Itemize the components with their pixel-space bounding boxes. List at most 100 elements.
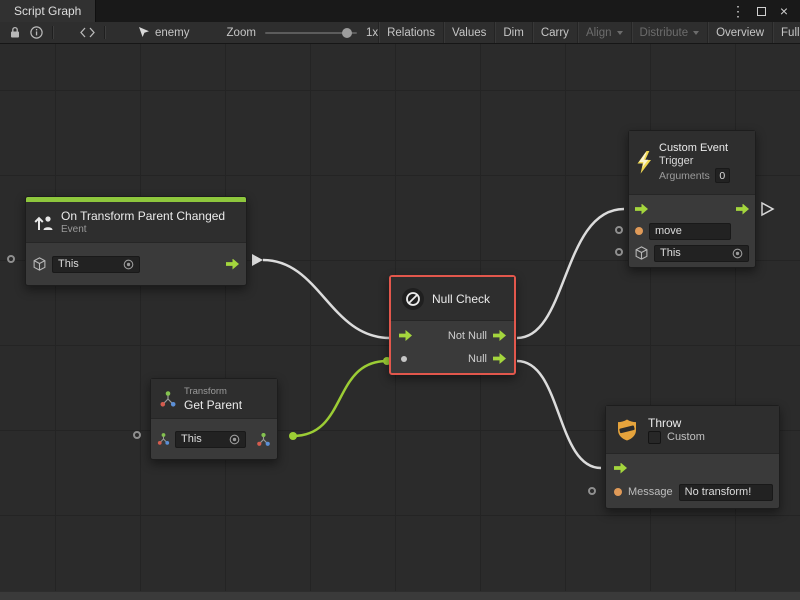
object-picker-icon[interactable] (229, 434, 240, 445)
toolbar-buttons: Relations Values Dim Carry Align Distrib… (378, 22, 800, 43)
unconnected-flow-port-arrow (762, 203, 773, 215)
node-on-transform-parent-changed[interactable]: On Transform Parent Changed Event This (25, 196, 247, 286)
not-null-output-port[interactable] (493, 330, 506, 341)
node-header: Throw Custom (606, 406, 779, 454)
throw-shield-icon (615, 418, 639, 442)
event-name-input[interactable] (649, 223, 731, 240)
node-get-parent[interactable]: Transform Get Parent This (150, 378, 278, 460)
relations-button[interactable]: Relations (378, 22, 443, 43)
wire-getparent-to-nullcheck (293, 361, 387, 436)
wire-notnull-to-customevent (517, 209, 624, 338)
wire-event-to-nullcheck (263, 260, 390, 338)
toolbar-left-group: enemy Zoom 1x (0, 22, 378, 43)
tab-script-graph[interactable]: Script Graph (0, 0, 96, 22)
null-check-icon (401, 287, 425, 311)
graph-toolbar: enemy Zoom 1x Relations Values Dim Carry… (0, 22, 800, 44)
overview-button[interactable]: Overview (707, 22, 772, 43)
maximize-icon[interactable] (753, 3, 769, 19)
zoom-slider-handle[interactable] (342, 28, 352, 38)
message-input[interactable] (679, 484, 773, 501)
arguments-count-field[interactable]: 0 (715, 168, 730, 183)
toolbar-separator (104, 26, 105, 39)
node-custom-event-trigger[interactable]: Custom Event Trigger Arguments 0 (628, 130, 756, 268)
zoom-label: Zoom (227, 27, 256, 39)
align-button[interactable]: Align (577, 22, 631, 43)
horizontal-scrollbar[interactable] (0, 591, 800, 600)
fullscreen-button[interactable]: Full Screen (772, 22, 800, 43)
flow-input-port[interactable] (614, 463, 627, 474)
script-graph-window: Script Graph ⋮ × enemy (0, 0, 800, 600)
flow-output-port[interactable] (226, 259, 239, 270)
custom-checkbox-label: Custom (667, 431, 705, 443)
target-dropdown[interactable]: This (654, 245, 749, 262)
values-button[interactable]: Values (443, 22, 494, 43)
graph-asset-icon (138, 26, 150, 39)
zoom-slider[interactable] (265, 32, 357, 34)
carry-button[interactable]: Carry (532, 22, 577, 43)
node-body: This (151, 419, 277, 459)
null-label: Null (468, 353, 487, 365)
wire-endpoint-dot (289, 432, 297, 440)
lightning-bolt-icon (636, 151, 652, 174)
distribute-button[interactable]: Distribute (631, 22, 708, 43)
node-category: Transform (184, 386, 242, 397)
object-picker-icon[interactable] (732, 248, 743, 259)
transform-output-port-icon[interactable] (256, 433, 271, 446)
flow-row (629, 198, 755, 220)
null-output-port[interactable] (493, 353, 506, 364)
arguments-label: Arguments (659, 170, 710, 182)
node-header: Custom Event Trigger Arguments 0 (629, 131, 755, 195)
kebab-menu-icon[interactable]: ⋮ (730, 3, 746, 19)
get-parent-target-port[interactable] (133, 431, 141, 439)
custom-event-name-port[interactable] (615, 226, 623, 234)
custom-checkbox[interactable] (648, 431, 661, 444)
chevron-down-icon (693, 31, 699, 35)
gameobject-cube-icon (33, 257, 46, 271)
string-value-port[interactable] (635, 227, 643, 235)
titlebar: Script Graph ⋮ × (0, 0, 800, 22)
button-label: Carry (541, 27, 569, 39)
close-icon[interactable]: × (776, 3, 792, 19)
flow-input-port[interactable] (635, 204, 648, 215)
message-row: Message (606, 479, 779, 505)
input-value-port[interactable] (401, 356, 407, 362)
target-row: This (151, 422, 277, 456)
gameobject-cube-icon (635, 246, 648, 260)
dim-button[interactable]: Dim (494, 22, 531, 43)
window-controls: ⋮ × (730, 0, 800, 22)
node-null-check[interactable]: Null Check Not Null Null (389, 275, 516, 375)
code-preview-icon[interactable] (80, 27, 95, 38)
button-label: Dim (503, 27, 523, 39)
target-value: This (660, 247, 681, 259)
button-label: Align (586, 27, 612, 39)
graph-canvas[interactable]: On Transform Parent Changed Event This (0, 44, 800, 600)
toolbar-separator (52, 26, 53, 39)
flow-input-port[interactable] (399, 330, 412, 341)
button-label: Relations (387, 27, 435, 39)
transform-parent-changed-icon (34, 214, 54, 231)
message-label: Message (628, 486, 673, 498)
event-target-port[interactable] (7, 255, 15, 263)
graph-breadcrumb[interactable]: enemy (138, 26, 190, 39)
zoom-value: 1x (366, 27, 378, 39)
button-label: Distribute (640, 27, 689, 39)
transform-icon (159, 391, 177, 407)
button-label: Full Screen (781, 27, 800, 39)
graph-name-label: enemy (155, 27, 190, 39)
custom-event-target-port[interactable] (615, 248, 623, 256)
node-body: Message (606, 454, 779, 508)
object-picker-icon[interactable] (123, 259, 134, 270)
flow-row (606, 457, 779, 479)
target-dropdown[interactable]: This (175, 431, 246, 448)
flow-output-port[interactable] (736, 204, 749, 215)
node-throw[interactable]: Throw Custom Message (605, 405, 780, 509)
lock-icon[interactable] (9, 26, 21, 39)
throw-message-port[interactable] (588, 487, 596, 495)
info-icon[interactable] (30, 26, 43, 39)
target-dropdown[interactable]: This (52, 256, 140, 273)
button-label: Values (452, 27, 486, 39)
node-body: Not Null Null (391, 321, 514, 373)
string-value-port[interactable] (614, 488, 622, 496)
node-body: This (629, 195, 755, 267)
node-title: Get Parent (184, 398, 242, 412)
